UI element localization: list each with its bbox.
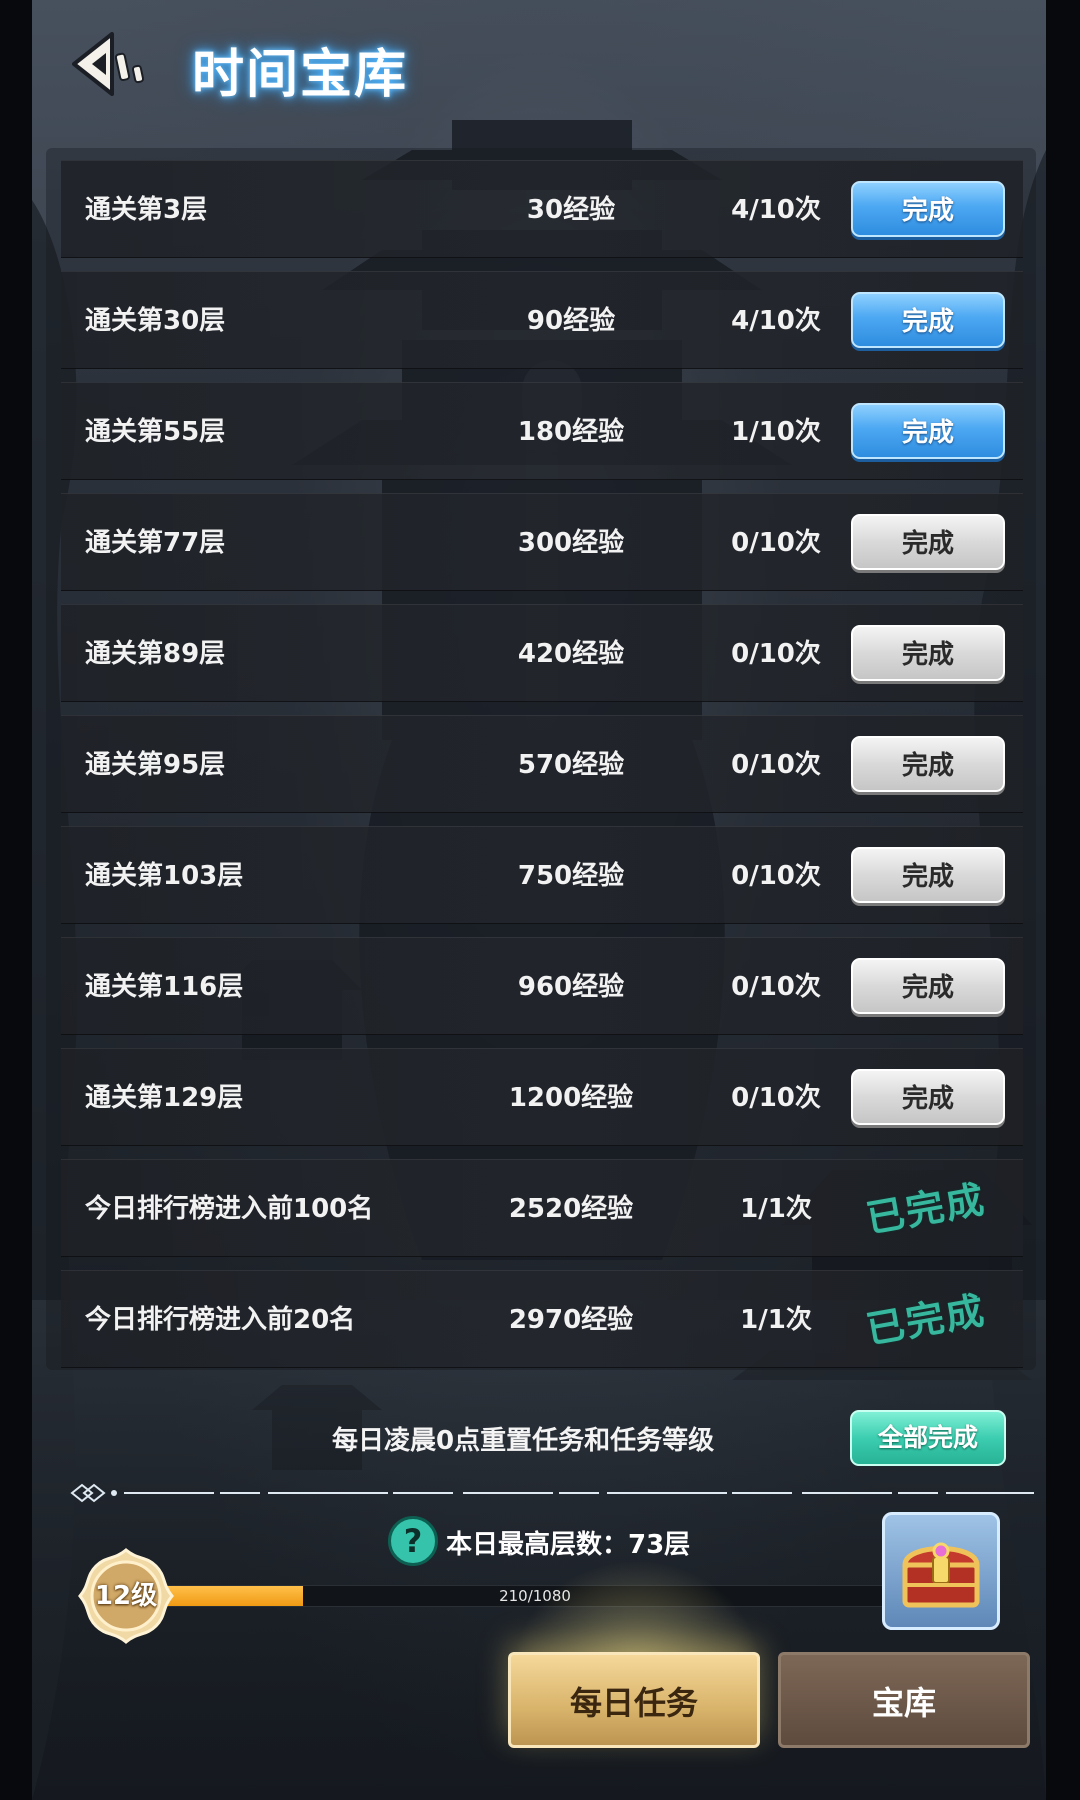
question-icon[interactable]: ? [388, 1516, 438, 1566]
task-name: 通关第30层 [85, 306, 226, 336]
task-count: 0/10次 [731, 972, 821, 1002]
task-exp: 2970经验 [508, 1305, 634, 1335]
task-row: 通关第129层 1200经验 0/10次 完成 [61, 1048, 1023, 1146]
back-arrow-icon[interactable] [68, 26, 160, 102]
task-count: 1/1次 [740, 1194, 812, 1224]
task-row: 今日排行榜进入前100名 2520经验 1/1次 已完成 [61, 1159, 1023, 1257]
task-name: 通关第55层 [85, 417, 226, 447]
divider-ornament [70, 1483, 1034, 1503]
complete-button[interactable]: 完成 [851, 514, 1005, 570]
task-name: 通关第103层 [85, 861, 244, 891]
task-count: 4/10次 [731, 195, 821, 225]
task-exp: 750经验 [517, 861, 625, 891]
level-label: 12级 [94, 1581, 158, 1611]
task-name: 今日排行榜进入前100名 [85, 1194, 374, 1224]
task-row: 通关第89层 420经验 0/10次 完成 [61, 604, 1023, 702]
complete-button[interactable]: 完成 [851, 181, 1005, 237]
reset-note: 每日凌晨0点重置任务和任务等级 [332, 1426, 715, 1456]
complete-button[interactable]: 完成 [851, 292, 1005, 348]
task-exp: 1200经验 [508, 1083, 634, 1113]
highest-floor: 本日最高层数：73层 [446, 1530, 691, 1560]
task-count: 0/10次 [731, 528, 821, 558]
task-exp: 180经验 [517, 417, 625, 447]
complete-button[interactable]: 完成 [851, 958, 1005, 1014]
game-screen: 时间宝库 通关第3层 30经验 4/10次 完成 通关第30层 90经验 4/1… [32, 0, 1046, 1800]
task-exp: 2520经验 [508, 1194, 634, 1224]
task-row: 通关第95层 570经验 0/10次 完成 [61, 715, 1023, 813]
complete-button[interactable]: 完成 [851, 1069, 1005, 1125]
treasure-chest-button[interactable] [882, 1512, 1000, 1630]
complete-button[interactable]: 完成 [851, 847, 1005, 903]
task-row: 今日排行榜进入前20名 2970经验 1/1次 已完成 [61, 1270, 1023, 1368]
task-count: 1/10次 [731, 417, 821, 447]
task-row: 通关第116层 960经验 0/10次 完成 [61, 937, 1023, 1035]
tab-daily-tasks[interactable]: 每日任务 [508, 1652, 760, 1748]
tab-vault[interactable]: 宝库 [778, 1652, 1030, 1748]
task-name: 通关第129层 [85, 1083, 244, 1113]
task-exp: 90经验 [526, 306, 616, 336]
task-exp: 960经验 [517, 972, 625, 1002]
page-title: 时间宝库 [192, 45, 409, 105]
complete-button[interactable]: 完成 [851, 625, 1005, 681]
task-count: 0/10次 [731, 750, 821, 780]
task-row: 通关第3层 30经验 4/10次 完成 [61, 160, 1023, 258]
task-row: 通关第77层 300经验 0/10次 完成 [61, 493, 1023, 591]
task-name: 通关第3层 [85, 195, 208, 225]
task-count: 0/10次 [731, 861, 821, 891]
task-exp: 300经验 [517, 528, 625, 558]
task-count: 0/10次 [731, 1083, 821, 1113]
task-count: 4/10次 [731, 306, 821, 336]
complete-button[interactable]: 完成 [851, 736, 1005, 792]
task-count: 0/10次 [731, 639, 821, 669]
task-name: 通关第116层 [85, 972, 244, 1002]
task-name: 今日排行榜进入前20名 [85, 1305, 356, 1335]
complete-all-button[interactable]: 全部完成 [850, 1410, 1006, 1466]
task-row: 通关第30层 90经验 4/10次 完成 [61, 271, 1023, 369]
task-count: 1/1次 [740, 1305, 812, 1335]
task-exp: 30经验 [526, 195, 616, 225]
complete-button[interactable]: 完成 [851, 403, 1005, 459]
task-row: 通关第103层 750经验 0/10次 完成 [61, 826, 1023, 924]
task-exp: 570经验 [517, 750, 625, 780]
task-row: 通关第55层 180经验 1/10次 完成 [61, 382, 1023, 480]
task-name: 通关第95层 [85, 750, 226, 780]
task-exp: 420经验 [517, 639, 625, 669]
task-name: 通关第89层 [85, 639, 226, 669]
task-name: 通关第77层 [85, 528, 226, 558]
treasure-chest-icon [902, 1542, 980, 1608]
